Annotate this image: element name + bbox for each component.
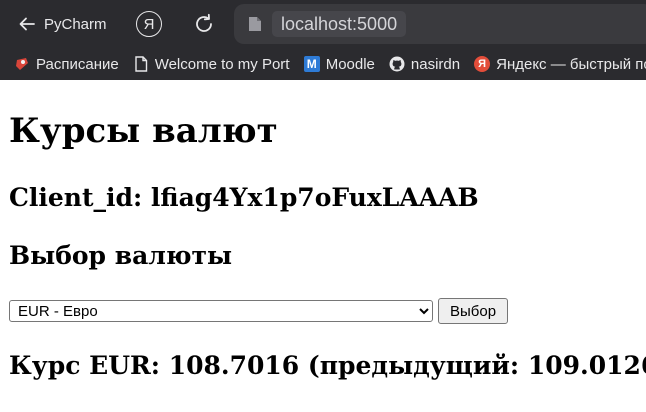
- page-content: Курсы валют Client_id: lfiag4Yx1p7oFuxLA…: [0, 80, 646, 412]
- back-arrow-icon[interactable]: [18, 15, 36, 33]
- tab-title: PyCharm: [44, 15, 107, 33]
- yandex-button[interactable]: Я: [136, 11, 162, 37]
- browser-toolbar: PyCharm Я localhost:5000: [0, 0, 646, 48]
- bookmark-moodle[interactable]: M Moodle: [303, 55, 375, 73]
- browser-chrome: PyCharm Я localhost:5000 Расписание Welc…: [0, 0, 646, 80]
- bookmark-label: Расписание: [36, 55, 119, 73]
- page-title: Курсы валют: [9, 111, 278, 151]
- yandex-icon: Я: [474, 56, 491, 72]
- bookmarks-bar: Расписание Welcome to my Portfolio M Moo…: [0, 48, 646, 80]
- schedule-icon: [14, 56, 30, 72]
- currency-choice-heading: Выбор валюты: [9, 241, 233, 270]
- document-icon: [133, 56, 149, 72]
- currency-select[interactable]: EUR - Евро: [9, 300, 433, 322]
- back-tab-button[interactable]: PyCharm: [8, 8, 130, 40]
- bookmark-yandex[interactable]: Я Яндекс — быстрый поиск: [474, 56, 646, 73]
- github-icon: [389, 56, 405, 72]
- page-info-icon[interactable]: [248, 16, 262, 32]
- bookmark-github[interactable]: nasirdn: [389, 56, 460, 73]
- bookmark-label: nasirdn: [410, 55, 461, 73]
- bookmark-label: Welcome to my Portfolio: [154, 55, 290, 73]
- bookmark-schedule[interactable]: Расписание: [14, 56, 119, 73]
- address-bar[interactable]: localhost:5000: [234, 4, 646, 44]
- select-button[interactable]: Выбор: [438, 298, 508, 324]
- exchange-rate-text: Курс EUR: 108.7016 (предыдущий: 109.0126…: [9, 351, 646, 380]
- client-id-heading: Client_id: lfiag4Yx1p7oFuxLAAAB: [9, 183, 479, 212]
- url-text[interactable]: localhost:5000: [272, 11, 407, 37]
- reload-button[interactable]: [190, 10, 218, 38]
- moodle-icon: M: [303, 56, 320, 72]
- reload-icon: [196, 13, 212, 32]
- bookmark-welcome[interactable]: Welcome to my Portfolio: [133, 56, 290, 73]
- bookmark-label: Яндекс — быстрый поиск: [496, 55, 646, 73]
- bookmark-label: Moodle: [325, 55, 375, 73]
